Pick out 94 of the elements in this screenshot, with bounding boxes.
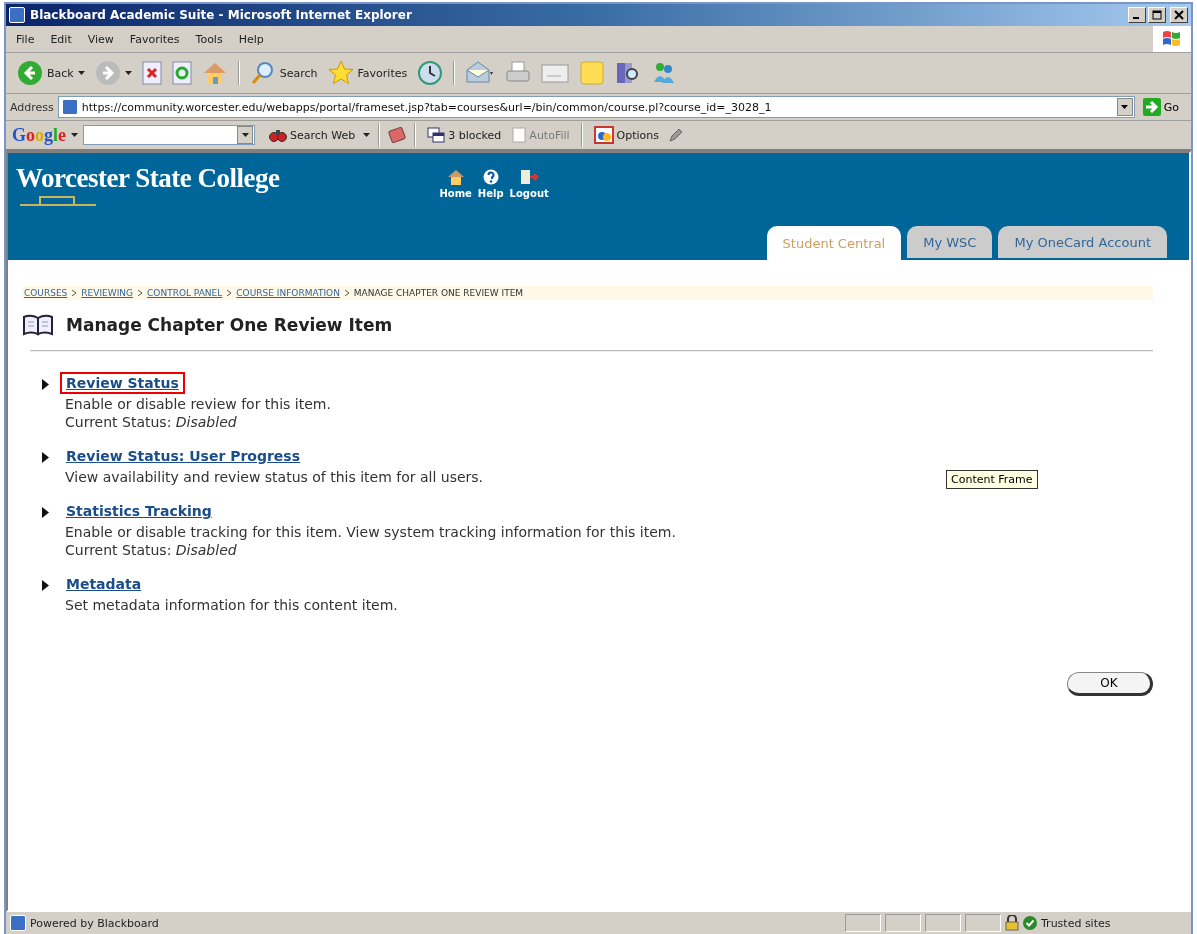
search-web-button[interactable]: Search Web (266, 127, 359, 143)
menu-item[interactable]: Edit (50, 32, 72, 46)
windows-logo-icon (1153, 26, 1191, 52)
caret-icon[interactable] (363, 133, 371, 137)
status-pane (845, 914, 881, 932)
checkmark-circle-icon (1023, 916, 1037, 930)
breadcrumb-link[interactable]: CONTROL PANEL (147, 288, 223, 298)
minimize-button[interactable] (1128, 7, 1146, 23)
status-pane (965, 914, 1001, 932)
search-field[interactable] (83, 125, 256, 145)
chevron-icon (227, 290, 232, 296)
status-text: Powered by Blackboard (30, 916, 160, 930)
ok-button[interactable]: OK (1067, 672, 1153, 696)
help-link[interactable]: Help (477, 169, 504, 199)
logout-link[interactable]: Logout (509, 169, 549, 199)
google-logo[interactable]: Google (12, 124, 67, 146)
option-link[interactable]: Review Status: User Progress (60, 445, 307, 467)
close-icon (1174, 10, 1184, 20)
address-label: Address (10, 100, 54, 114)
item-description: View availability and review status of this item for all users. (65, 468, 484, 486)
status-pane (925, 914, 961, 932)
door-exit-icon (519, 169, 540, 185)
tooltip: Content Frame (946, 470, 1038, 489)
college-name: Worcester State College (16, 163, 280, 194)
tab[interactable]: My WSC (907, 226, 993, 258)
item-description: Set metadata information for this content item. (65, 596, 398, 614)
status-pane (885, 914, 921, 932)
book-icon (22, 314, 54, 336)
caret-icon[interactable] (71, 133, 79, 137)
breadcrumb-link[interactable]: COURSES (24, 288, 68, 298)
caret-icon (77, 71, 85, 75)
expand-arrow-icon[interactable] (42, 580, 49, 591)
breadcrumb-link[interactable]: COURSE INFORMATION (236, 288, 340, 298)
page-icon (61, 99, 78, 115)
refresh-icon (171, 61, 192, 85)
breadcrumb-current: MANAGE CHAPTER ONE REVIEW ITEM (353, 288, 524, 298)
option-link[interactable]: Statistics Tracking (60, 500, 218, 522)
note-icon (579, 60, 606, 86)
star-icon (327, 60, 354, 86)
maximize-button[interactable] (1148, 7, 1166, 23)
go-button[interactable]: Go (1138, 98, 1187, 116)
option-link[interactable]: Metadata (60, 573, 148, 595)
chevron-icon (138, 290, 143, 296)
windows-stack-icon (427, 127, 446, 143)
maximize-icon (1152, 10, 1162, 20)
search-icon (249, 60, 276, 86)
tab[interactable]: My OneCard Account (998, 226, 1167, 258)
caret-icon (124, 71, 132, 75)
menu-item[interactable]: Help (238, 32, 264, 46)
binoculars-icon (269, 127, 288, 143)
caret-icon (241, 133, 249, 137)
home-link[interactable]: Home (439, 169, 472, 199)
expand-arrow-icon[interactable] (42, 507, 49, 518)
options-button[interactable]: Options (590, 126, 663, 144)
back-button[interactable]: Back (14, 60, 88, 86)
go-arrow-icon (1142, 98, 1161, 116)
pencil-icon[interactable] (667, 127, 684, 143)
window-title: Blackboard Academic Suite - Microsoft Internet Explorer (30, 8, 413, 22)
expand-arrow-icon[interactable] (42, 452, 49, 463)
options-icon (593, 126, 614, 144)
breadcrumb-link[interactable]: REVIEWING (81, 288, 134, 298)
menu-item[interactable]: View (87, 32, 114, 46)
page-icon (10, 915, 26, 931)
page-title: Manage Chapter One Review Item (66, 315, 393, 335)
menu-item[interactable]: Favorites (129, 32, 180, 46)
building-outline-icon (18, 194, 98, 206)
padlock-icon (1005, 915, 1019, 931)
stop-icon (141, 61, 162, 85)
highlighted-link[interactable]: Review Status (60, 372, 185, 394)
search-button[interactable]: Search (246, 60, 321, 86)
expand-arrow-icon[interactable] (42, 379, 49, 390)
envelope-icon (465, 60, 496, 86)
minimize-icon (1133, 17, 1139, 19)
close-button[interactable] (1170, 7, 1188, 23)
security-zone: Trusted sites (1041, 916, 1112, 930)
caret-icon (1121, 105, 1129, 109)
item-description: Enable or disable review for this item. (65, 395, 331, 413)
page-icon (9, 7, 25, 23)
status-text: Current Status: Disabled (65, 541, 238, 559)
chevron-icon (72, 290, 77, 296)
dropdown-button[interactable] (1116, 98, 1133, 116)
dropdown-button[interactable] (237, 126, 254, 144)
item-description: Enable or disable tracking for this item. View system tracking information for this item. (65, 523, 676, 541)
house-icon (446, 169, 465, 185)
clock-icon (417, 60, 444, 86)
address-field[interactable]: https://community.worcester.edu/webapps/portal/frameset.jsp?tab=courses&url=/bin/common/course.pl?course_id=_3028_1 (57, 96, 1135, 118)
menu-item[interactable]: File (16, 32, 35, 46)
status-text: Current Status: Disabled (65, 413, 238, 431)
help-icon (482, 169, 499, 185)
favorites-button[interactable]: Favorites (324, 60, 411, 86)
form-icon (512, 127, 527, 143)
chevron-icon (344, 290, 349, 296)
popup-blocker-button[interactable]: 3 blocked (424, 127, 505, 143)
menu-item[interactable]: Tools (195, 32, 223, 46)
